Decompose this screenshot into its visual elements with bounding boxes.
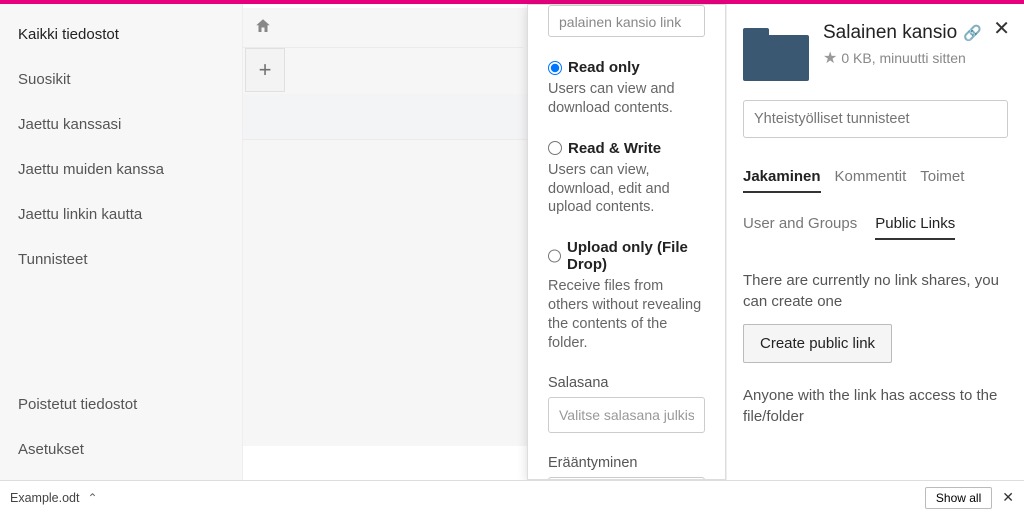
radio-read-write[interactable] [548,141,562,155]
sidebar-item-favorites[interactable]: Suosikit [0,57,242,102]
chevron-up-icon[interactable]: ⌃ [87,491,97,505]
radio-upload-only[interactable] [548,249,561,263]
sharing-subtabs: User and Groups Public Links [743,215,1008,240]
footer-close-icon[interactable]: ✕ [1002,489,1014,506]
show-all-button[interactable]: Show all [925,487,992,509]
sidebar-item-trash[interactable]: Poistetut tiedostot [0,382,242,427]
main-area: + palainen kansio link Read only Users c… [243,4,1024,480]
no-link-shares-message: There are currently no link shares, you … [743,270,1008,312]
home-icon[interactable] [243,4,283,48]
folder-meta: 0 KB, minuutti sitten [841,50,966,66]
sidebar-item-shared-with-others[interactable]: Jaettu muiden kanssa [0,147,242,192]
sidebar-item-shared-by-link[interactable]: Jaettu linkin kautta [0,192,242,237]
sidebar-item-shared-with-you[interactable]: Jaettu kanssasi [0,102,242,147]
password-input[interactable] [548,397,705,433]
tab-sharing[interactable]: Jakaminen [743,168,821,193]
expiration-label: Erääntyminen [548,455,705,471]
radio-read-write-desc: Users can view, download, edit and uploa… [548,161,705,218]
collaborative-tags-input[interactable] [743,100,1008,138]
details-sidebar: ✕ Salainen kansio 🔗 ★ 0 KB, minuutti sit… [726,4,1024,480]
radio-read-only-desc: Users can view and download contents. [548,80,705,118]
sidebar: Kaikki tiedostot Suosikit Jaettu kanssas… [0,4,243,480]
close-icon[interactable]: ✕ [993,16,1010,41]
radio-upload-only-label: Upload only (File Drop) [567,239,705,273]
folder-title: Salainen kansio [823,22,957,44]
link-icon[interactable]: 🔗 [963,24,982,42]
link-name-input[interactable]: palainen kansio link [548,5,705,37]
radio-upload-only-desc: Receive files from others without reveal… [548,277,705,352]
folder-icon [743,22,809,82]
sidebar-item-settings[interactable]: Asetukset [0,427,242,472]
sidebar-item-tags[interactable]: Tunnisteet [0,237,242,282]
tab-activity[interactable]: Toimet [920,168,964,193]
radio-read-only-label: Read only [568,59,640,76]
radio-read-only[interactable] [548,61,562,75]
download-footer: Example.odt ⌃ Show all ✕ [0,480,1024,514]
footer-file-name[interactable]: Example.odt [10,491,79,505]
public-link-note: Anyone with the link has access to the f… [743,385,1008,427]
star-icon[interactable]: ★ [823,48,837,68]
radio-read-write-label: Read & Write [568,140,661,157]
public-link-modal: palainen kansio link Read only Users can… [527,4,726,480]
tab-comments[interactable]: Kommentit [835,168,907,193]
create-public-link-button[interactable]: Create public link [743,324,892,363]
password-label: Salasana [548,375,705,391]
sidebar-item-all-files[interactable]: Kaikki tiedostot [0,12,242,57]
file-toolbar: + [243,4,523,92]
details-tabs: Jakaminen Kommentit Toimet [743,168,1008,193]
add-button[interactable]: + [245,48,285,92]
subtab-public-links[interactable]: Public Links [875,215,955,240]
subtab-users-groups[interactable]: User and Groups [743,215,857,240]
